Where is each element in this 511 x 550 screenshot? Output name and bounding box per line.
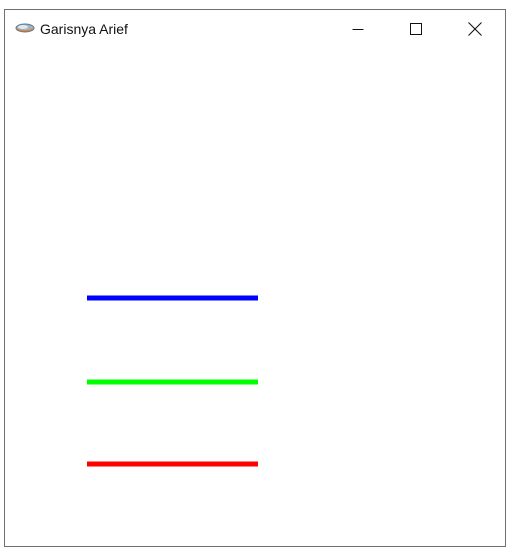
close-icon [468,22,482,36]
drawing-canvas [87,295,258,467]
drawing-area [5,48,505,546]
minimize-button[interactable] [335,10,381,48]
java-cup-icon [15,23,35,33]
window-title: Garisnya Arief [40,21,128,37]
app-window: Garisnya Arief [4,9,506,547]
title-bar[interactable]: Garisnya Arief [5,10,505,48]
maximize-button[interactable] [393,10,439,48]
close-button[interactable] [452,10,498,48]
minimize-icon [352,29,364,30]
maximize-icon [410,23,422,35]
